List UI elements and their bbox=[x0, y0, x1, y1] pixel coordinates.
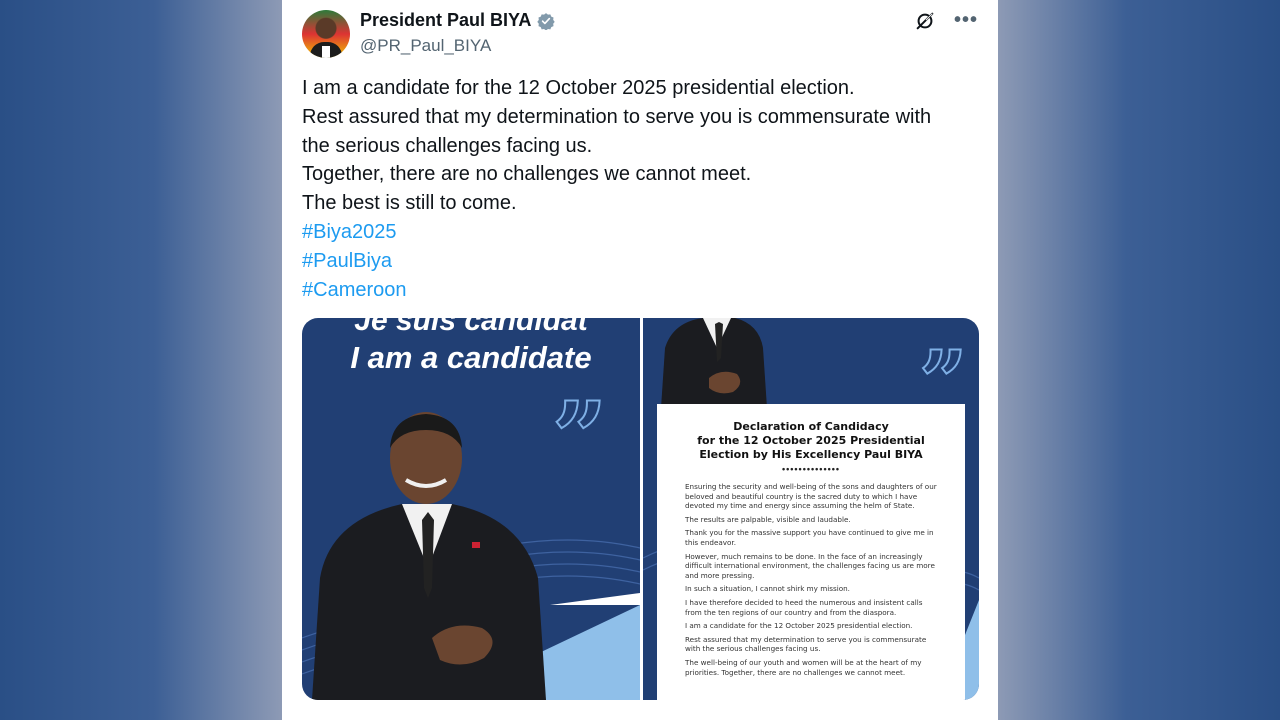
doc-title-line: Declaration of Candidacy bbox=[733, 420, 889, 433]
doc-paragraph: Rest assured that my determination to se… bbox=[685, 634, 927, 654]
president-photo bbox=[312, 412, 546, 700]
author-display-name[interactable]: President Paul BIYA bbox=[360, 10, 531, 31]
doc-separator: •••••••••••••• bbox=[781, 464, 841, 474]
tweet-header: President Paul BIYA @PR_Paul_BIYA ••• bbox=[302, 8, 978, 60]
doc-title-line: for the 12 October 2025 Presidential bbox=[697, 434, 925, 447]
doc-paragraph: I have therefore decided to heed the num… bbox=[685, 597, 923, 617]
doc-paragraph: Thank you for the massive support you ha… bbox=[685, 528, 934, 547]
media-image-left[interactable]: Je suis candidat I am a candidate ” bbox=[302, 318, 640, 700]
author-name-row: President Paul BIYA bbox=[360, 10, 556, 31]
doc-paragraph: The well-being of our youth and women wi… bbox=[685, 657, 922, 677]
doc-paragraph: In such a situation, I cannot shirk my m… bbox=[685, 584, 850, 594]
author-handle[interactable]: @PR_Paul_BIYA bbox=[360, 36, 491, 56]
doc-paragraph: Ensuring the security and well-being of … bbox=[685, 482, 937, 511]
french-heading: Je suis candidat bbox=[354, 318, 588, 337]
tweet-line: the serious challenges facing us. bbox=[302, 134, 593, 157]
hashtag-link[interactable]: #PaulBiya bbox=[302, 247, 982, 276]
tweet-line: Rest assured that my determination to se… bbox=[302, 105, 932, 128]
grok-icon[interactable] bbox=[914, 10, 936, 32]
tweet-media[interactable]: Je suis candidat I am a candidate ” ” De… bbox=[302, 318, 979, 700]
doc-paragraph: The results are palpable, visible and la… bbox=[685, 514, 851, 524]
tweet-line: Together, there are no challenges we can… bbox=[302, 163, 752, 186]
doc-paragraph: However, much remains to be done. In the… bbox=[685, 551, 935, 580]
tweet-body: I am a candidate for the 12 October 2025… bbox=[302, 74, 982, 304]
hashtag-link[interactable]: #Cameroon bbox=[302, 276, 982, 305]
english-heading: I am a candidate bbox=[350, 340, 592, 375]
author-avatar[interactable] bbox=[302, 10, 350, 58]
doc-title-line: Election by His Excellency Paul BIYA bbox=[699, 448, 923, 461]
media-image-right[interactable]: ” Declaration of Candidacy for the 12 Oc… bbox=[643, 318, 979, 700]
verified-badge-icon bbox=[537, 12, 556, 30]
tweet-line: The best is still to come. bbox=[302, 192, 517, 215]
declaration-document: Declaration of Candidacy for the 12 Octo… bbox=[657, 404, 965, 700]
tweet-card: President Paul BIYA @PR_Paul_BIYA ••• I … bbox=[282, 0, 998, 720]
doc-paragraph: I am a candidate for the 12 October 2025… bbox=[685, 621, 913, 631]
more-options-icon[interactable]: ••• bbox=[954, 10, 978, 30]
tweet-line: I am a candidate for the 12 October 2025… bbox=[302, 77, 855, 99]
hashtag-link[interactable]: #Biya2025 bbox=[302, 218, 982, 247]
avatar-shirt bbox=[322, 46, 330, 58]
